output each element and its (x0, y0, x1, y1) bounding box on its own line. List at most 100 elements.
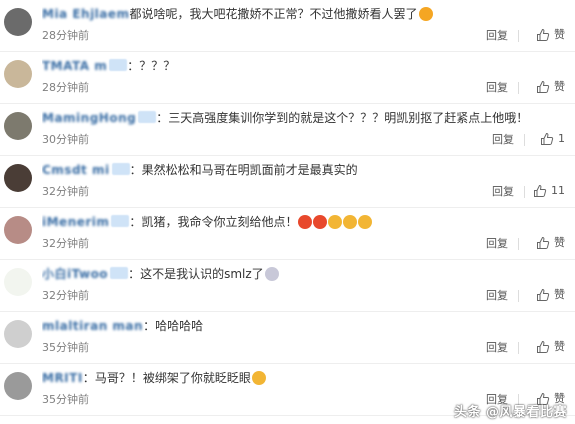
comment-line: MamingHong ：三天高强度集训你学到的就是这个？？？明凯别抠了赶紧点上他哦… (42, 109, 571, 127)
username-link[interactable]: iMenerim (42, 213, 109, 231)
divider (518, 342, 519, 354)
like-button[interactable]: 赞 (536, 79, 565, 95)
like-count: 赞 (554, 80, 565, 93)
like-button[interactable]: 赞 (536, 339, 565, 355)
like-button[interactable]: 赞 (536, 27, 565, 43)
avatar[interactable] (4, 112, 32, 140)
comment-time: 35分钟前 (42, 393, 89, 406)
comment-list: Mia Ehjlaem都说啥呢，我大吧花撒娇不正常？不过他撒娇看人罢了 28分钟前… (0, 0, 575, 416)
like-count: 1 (558, 132, 565, 145)
avatar[interactable] (4, 164, 32, 192)
user-badge-icon (111, 215, 130, 227)
thumbs-up-icon (537, 288, 550, 301)
divider (524, 134, 525, 146)
like-button[interactable]: 赞 (536, 235, 565, 251)
comment-text: 马哥？！被绑架了你就眨眨眼 (94, 371, 251, 385)
colon-separator: ： (82, 371, 95, 385)
emoji-icon (251, 371, 266, 385)
comment-time: 28分钟前 (42, 81, 89, 94)
like-count: 赞 (554, 288, 565, 301)
emoji-icon (343, 215, 358, 229)
like-button[interactable]: 赞 (536, 287, 565, 303)
comment-line: iMenerim ：凯猪，我命令你立刻给他点！ (42, 213, 571, 231)
colon-separator: ： (127, 59, 140, 73)
username-link[interactable]: TMATA m (42, 57, 107, 75)
comment-time: 35分钟前 (42, 341, 89, 354)
thumbs-up-icon (534, 184, 547, 197)
comment-text: 这不是我认识的smlz了 (140, 267, 264, 281)
emoji-icon (264, 267, 279, 281)
username-link[interactable]: 小白iTwoo (42, 265, 108, 283)
colon-separator: ： (129, 163, 142, 177)
username-link[interactable]: Cmsdt mi (42, 161, 110, 179)
comment-row: 小白iTwoo ：这不是我认识的smlz了 32分钟前 回复 赞 (0, 260, 575, 312)
avatar[interactable] (4, 60, 32, 88)
comment-row: Mia Ehjlaem都说啥呢，我大吧花撒娇不正常？不过他撒娇看人罢了 28分钟前… (0, 0, 575, 52)
emoji-icon (298, 215, 313, 229)
comment-line: Mia Ehjlaem都说啥呢，我大吧花撒娇不正常？不过他撒娇看人罢了 (42, 5, 571, 23)
reply-button[interactable]: 回复 (486, 237, 508, 251)
thumbs-up-icon (537, 236, 550, 249)
like-count: 11 (551, 184, 565, 197)
comment-text: 三天高强度集训你学到的就是这个？？？明凯别抠了赶紧点上他哦！ (168, 111, 529, 125)
watermark: 头条 @风暴看比赛 (453, 405, 567, 420)
like-count: 赞 (554, 236, 565, 249)
comment-line: TMATA m ：？？？ (42, 57, 571, 75)
comment-line: 小白iTwoo ：这不是我认识的smlz了 (42, 265, 571, 283)
comment-text: 凯猪，我命令你立刻给他点！ (141, 215, 298, 229)
colon-separator: ： (156, 111, 169, 125)
like-button[interactable]: 11 (533, 183, 565, 199)
comment-time: 32分钟前 (42, 237, 89, 250)
divider (518, 238, 519, 250)
colon-separator: ： (143, 319, 156, 333)
comment-text: 哈哈哈哈 (155, 319, 204, 333)
thumbs-up-icon (537, 28, 550, 41)
comment-row: iMenerim ：凯猪，我命令你立刻给他点！ 32分钟前 回复 赞 (0, 208, 575, 260)
reply-button[interactable]: 回复 (492, 133, 514, 147)
emoji-icon (418, 7, 433, 21)
like-button[interactable]: 1 (540, 131, 565, 147)
user-badge-icon (138, 111, 157, 123)
comment-row: Cmsdt mi ：果然松松和马哥在明凯面前才是最真实的 32分钟前 回复 11 (0, 156, 575, 208)
avatar[interactable] (4, 216, 32, 244)
reply-button[interactable]: 回复 (486, 341, 508, 355)
thumbs-up-icon (537, 340, 550, 353)
thumbs-up-icon (541, 132, 554, 145)
avatar[interactable] (4, 268, 32, 296)
divider (518, 290, 519, 302)
thumbs-up-icon (537, 80, 550, 93)
comment-time: 32分钟前 (42, 289, 89, 302)
comment-line: mlaltiran man：哈哈哈哈 (42, 317, 571, 335)
reply-button[interactable]: 回复 (486, 29, 508, 43)
colon-separator: ： (129, 215, 142, 229)
comment-text: ？？？ (139, 59, 176, 73)
username-link[interactable]: Mia Ehjlaem (42, 5, 130, 23)
comment-time: 28分钟前 (42, 29, 89, 42)
comment-row: TMATA m ：？？？ 28分钟前 回复 赞 (0, 52, 575, 104)
divider (518, 82, 519, 94)
comment-row: mlaltiran man：哈哈哈哈 35分钟前 回复 赞 (0, 312, 575, 364)
avatar[interactable] (4, 372, 32, 400)
username-link[interactable]: MRITI (42, 369, 83, 387)
reply-button[interactable]: 回复 (486, 289, 508, 303)
username-link[interactable]: mlaltiran man (42, 317, 143, 335)
username-link[interactable]: MamingHong (42, 109, 136, 127)
user-badge-icon (109, 59, 128, 71)
comment-time: 30分钟前 (42, 133, 89, 146)
emoji-icon (328, 215, 343, 229)
reply-button[interactable]: 回复 (486, 81, 508, 95)
colon-separator: ： (128, 267, 141, 281)
reply-button[interactable]: 回复 (492, 185, 514, 199)
comment-line: MRITI：马哥？！被绑架了你就眨眨眼 (42, 369, 571, 387)
comment-row: MamingHong ：三天高强度集训你学到的就是这个？？？明凯别抠了赶紧点上他哦… (0, 104, 575, 156)
avatar[interactable] (4, 8, 32, 36)
divider (524, 186, 525, 198)
user-badge-icon (111, 163, 130, 175)
avatar[interactable] (4, 320, 32, 348)
like-count: 赞 (554, 28, 565, 41)
emoji-icon (358, 215, 373, 229)
emoji-icon (313, 215, 328, 229)
comment-line: Cmsdt mi ：果然松松和马哥在明凯面前才是最真实的 (42, 161, 571, 179)
comment-text: 都说啥呢，我大吧花撒娇不正常？不过他撒娇看人罢了 (129, 7, 418, 21)
user-badge-icon (110, 267, 129, 279)
